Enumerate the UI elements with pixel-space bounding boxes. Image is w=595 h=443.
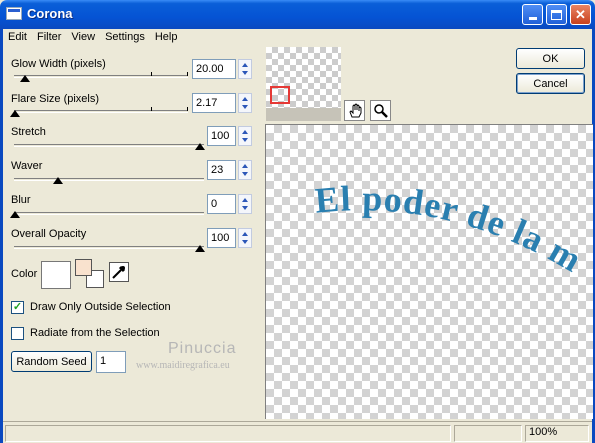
menu-help[interactable]: Help — [150, 29, 183, 47]
glow-width-tick — [151, 72, 152, 76]
blur-track[interactable] — [14, 212, 204, 215]
outside-selection-label: Draw Only Outside Selection — [30, 301, 171, 313]
hand-tool-button[interactable] — [344, 100, 365, 121]
glow-width-input[interactable]: 20.00 — [192, 59, 236, 79]
title-bar: Corona ✕ — [0, 0, 595, 29]
glow-width-thumb[interactable] — [20, 75, 30, 82]
cancel-button[interactable]: Cancel — [516, 73, 585, 94]
close-button[interactable]: ✕ — [570, 4, 591, 25]
glow-width-label: Glow Width (pixels) — [11, 58, 106, 70]
eyedropper-icon — [112, 265, 126, 279]
ok-button[interactable]: OK — [516, 48, 585, 69]
close-icon: ✕ — [575, 6, 586, 22]
stretch-label: Stretch — [11, 126, 46, 138]
flare-size-spinner[interactable] — [238, 93, 252, 113]
waver-track[interactable] — [14, 178, 204, 181]
glow-width-spinner[interactable] — [238, 59, 252, 79]
watermark-url: www.maidiregrafica.eu — [136, 360, 230, 371]
waver-label: Waver — [11, 160, 43, 172]
eyedropper-button[interactable] — [109, 262, 129, 282]
watermark-name: Pinuccia — [168, 340, 237, 357]
stretch-track[interactable] — [14, 144, 204, 147]
radiate-selection-checkbox[interactable] — [11, 327, 24, 340]
flare-size-tick — [151, 107, 152, 111]
status-pane-main — [5, 425, 451, 442]
status-bar — [3, 421, 592, 443]
blur-spinner[interactable] — [238, 194, 252, 214]
opacity-track[interactable] — [14, 246, 204, 249]
status-pane-middle — [454, 425, 522, 442]
window-title: Corona — [27, 6, 73, 21]
flare-size-input[interactable]: 2.17 — [192, 93, 236, 113]
stretch-thumb[interactable] — [195, 143, 205, 150]
menu-settings[interactable]: Settings — [100, 29, 150, 47]
glow-width-tick — [187, 72, 188, 76]
blur-label: Blur — [11, 194, 31, 206]
random-seed-input[interactable]: 1 — [96, 351, 126, 373]
magnifier-icon — [373, 103, 388, 118]
zoom-level: 100% — [529, 426, 558, 438]
stretch-input[interactable]: 100 — [207, 126, 236, 146]
color-swatch[interactable] — [41, 261, 71, 289]
blur-input[interactable]: 0 — [207, 194, 236, 214]
opacity-label: Overall Opacity — [11, 228, 87, 240]
blur-thumb[interactable] — [10, 211, 20, 218]
waver-spinner[interactable] — [238, 160, 252, 180]
app-window-icon — [6, 7, 22, 20]
glow-width-track[interactable] — [14, 75, 188, 78]
outside-selection-checkbox[interactable]: ✓ — [11, 301, 24, 314]
hand-icon — [348, 102, 361, 117]
color-label: Color — [11, 268, 38, 280]
minimize-icon — [528, 17, 537, 20]
checkmark-icon: ✓ — [12, 301, 23, 313]
preview-canvas[interactable]: El poder de la m — [265, 124, 593, 419]
menu-edit[interactable]: Edit — [3, 29, 32, 47]
random-seed-button[interactable]: Random Seed — [11, 351, 92, 372]
minimize-button[interactable] — [522, 4, 543, 25]
navigator-view-rect[interactable] — [270, 86, 290, 104]
menu-filter[interactable]: Filter — [32, 29, 66, 47]
stretch-spinner[interactable] — [238, 126, 252, 146]
menu-bar: Edit Filter View Settings Help — [3, 29, 592, 47]
preview-text: El poder de la m — [313, 178, 589, 280]
flare-size-thumb[interactable] — [10, 110, 20, 117]
foreground-color-swatch[interactable] — [75, 259, 92, 276]
preview-image: El poder de la m — [313, 178, 589, 280]
window-border-left — [0, 29, 3, 443]
flare-size-tick — [187, 107, 188, 111]
waver-thumb[interactable] — [53, 177, 63, 184]
menu-view[interactable]: View — [66, 29, 100, 47]
opacity-input[interactable]: 100 — [207, 228, 236, 248]
zoom-tool-button[interactable] — [370, 100, 391, 121]
waver-input[interactable]: 23 — [207, 160, 236, 180]
radiate-selection-label: Radiate from the Selection — [30, 327, 160, 339]
opacity-thumb[interactable] — [195, 245, 205, 252]
maximize-button[interactable] — [546, 4, 567, 25]
flare-size-label: Flare Size (pixels) — [11, 93, 100, 105]
maximize-icon — [551, 9, 562, 20]
flare-size-track[interactable] — [14, 110, 188, 113]
opacity-spinner[interactable] — [238, 228, 252, 248]
